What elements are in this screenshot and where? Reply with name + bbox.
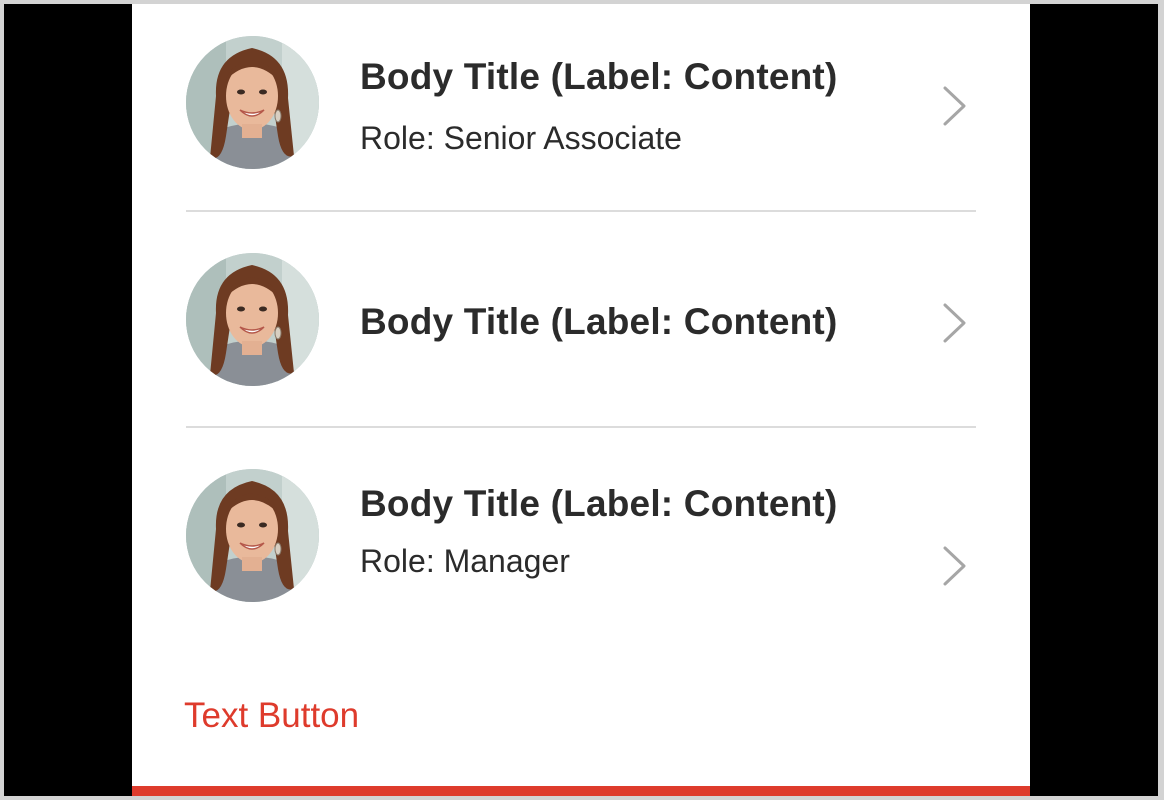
chevron-right-icon	[943, 303, 966, 343]
person-photo-icon	[186, 36, 319, 169]
text-button[interactable]: Text Button	[184, 696, 359, 736]
divider	[186, 210, 976, 212]
person-photo-icon	[186, 253, 319, 386]
item-title: Body Title (Label: Content)	[360, 301, 838, 342]
list-card: Body Title (Label: Content) Role: Senior…	[132, 4, 1030, 796]
chevron-right-icon	[943, 546, 966, 586]
accent-bar	[132, 786, 1030, 796]
chevron-right-icon	[943, 86, 966, 126]
avatar	[186, 36, 319, 169]
item-subtitle: Role: Senior Associate	[360, 120, 682, 156]
list-item[interactable]: Body Title (Label: Content) Role: Senior…	[186, 36, 976, 171]
item-title: Body Title (Label: Content)	[360, 483, 838, 524]
divider	[186, 426, 976, 428]
avatar	[186, 253, 319, 386]
person-photo-icon	[186, 469, 319, 602]
item-title: Body Title (Label: Content)	[360, 56, 838, 97]
item-subtitle: Role: Manager	[360, 543, 570, 579]
avatar	[186, 469, 319, 602]
list-item[interactable]: Body Title (Label: Content)	[186, 253, 976, 388]
list-item[interactable]: Body Title (Label: Content) Role: Manage…	[186, 469, 976, 604]
